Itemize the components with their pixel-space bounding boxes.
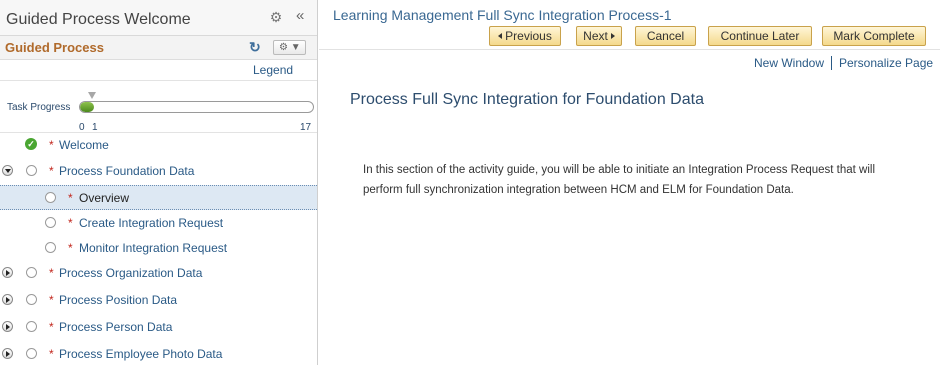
required-marker: *	[68, 216, 73, 230]
step-process-employee-photo-data[interactable]: * Process Employee Photo Data	[0, 342, 317, 365]
step-create-integration-request[interactable]: * Create Integration Request	[0, 211, 317, 236]
required-marker: *	[49, 164, 54, 178]
progress-marker-icon	[88, 92, 96, 99]
next-button-label: Next	[583, 29, 608, 43]
step-label: Overview	[79, 191, 130, 205]
circle-icon	[45, 192, 56, 203]
expand-arrow-icon[interactable]	[2, 267, 13, 278]
required-marker: *	[49, 347, 54, 361]
step-process-foundation-data[interactable]: * Process Foundation Data	[0, 159, 317, 184]
personalize-page-link[interactable]: Personalize Page	[839, 56, 933, 70]
checkmark-icon: ✓	[25, 138, 37, 150]
circle-icon	[45, 217, 56, 228]
step-overview[interactable]: * Overview	[0, 185, 317, 210]
step-process-person-data[interactable]: * Process Person Data	[0, 315, 317, 340]
circle-icon	[26, 348, 37, 359]
guided-process-title: Guided Process	[5, 40, 104, 55]
step-process-organization-data[interactable]: * Process Organization Data	[0, 261, 317, 286]
new-window-link[interactable]: New Window	[754, 56, 824, 70]
required-marker: *	[49, 138, 54, 152]
step-label: Welcome	[59, 138, 109, 152]
collapse-arrow-icon[interactable]	[2, 165, 13, 176]
step-label: Process Organization Data	[59, 266, 203, 280]
step-label: Process Foundation Data	[59, 164, 195, 178]
circle-icon	[26, 165, 37, 176]
guided-process-panel: Guided Process Welcome ⚙ « Guided Proces…	[0, 0, 318, 365]
required-marker: *	[49, 293, 54, 307]
circle-icon	[45, 242, 56, 253]
panel-title: Guided Process Welcome	[6, 11, 191, 28]
required-marker: *	[68, 241, 73, 255]
link-divider	[831, 56, 832, 70]
refresh-icon[interactable]: ↻	[249, 39, 263, 55]
next-button[interactable]: Next	[576, 26, 622, 46]
task-progress-bar	[79, 101, 314, 113]
divider	[0, 80, 317, 81]
required-marker: *	[68, 191, 73, 205]
required-marker: *	[49, 320, 54, 334]
legend-link[interactable]: Legend	[253, 63, 293, 77]
guided-process-bar: Guided Process ↻ ⚙ ▼	[0, 36, 317, 60]
step-label: Create Integration Request	[79, 216, 224, 230]
chevron-down-icon: ▼	[290, 42, 301, 53]
step-monitor-integration-request[interactable]: * Monitor Integration Request	[0, 236, 317, 261]
mark-complete-button[interactable]: Mark Complete	[822, 26, 926, 46]
previous-button[interactable]: Previous	[489, 26, 561, 46]
actions-menu-button[interactable]: ⚙ ▼	[273, 40, 306, 55]
section-description: In this section of the activity guide, y…	[363, 164, 876, 196]
page-title: Learning Management Full Sync Integratio…	[333, 7, 672, 23]
gear-icon[interactable]: ⚙	[268, 9, 284, 25]
gear-icon: ⚙	[279, 42, 288, 53]
step-welcome[interactable]: ✓ * Welcome	[0, 133, 317, 158]
arrow-left-icon	[498, 33, 503, 39]
cancel-button[interactable]: Cancel	[635, 26, 696, 46]
required-marker: *	[49, 266, 54, 280]
expand-arrow-icon[interactable]	[2, 294, 13, 305]
circle-icon	[26, 321, 37, 332]
step-process-position-data[interactable]: * Process Position Data	[0, 288, 317, 313]
content-panel: Learning Management Full Sync Integratio…	[319, 0, 940, 365]
expand-arrow-icon[interactable]	[2, 321, 13, 332]
expand-arrow-icon[interactable]	[2, 348, 13, 359]
step-label: Process Position Data	[59, 293, 178, 307]
section-heading: Process Full Sync Integration for Founda…	[350, 91, 704, 108]
circle-icon	[26, 267, 37, 278]
content-header: Learning Management Full Sync Integratio…	[319, 0, 940, 50]
panel-header: Guided Process Welcome ⚙ «	[0, 0, 317, 36]
continue-later-button[interactable]: Continue Later	[708, 26, 812, 46]
previous-button-label: Previous	[505, 29, 552, 43]
arrow-right-icon	[610, 33, 615, 39]
collapse-panel-icon[interactable]: «	[296, 8, 310, 24]
task-progress-label: Task Progress	[7, 102, 71, 113]
circle-icon	[26, 294, 37, 305]
step-label: Monitor Integration Request	[79, 241, 228, 255]
step-label: Process Person Data	[59, 320, 173, 334]
progress-fill	[80, 102, 94, 112]
step-label: Process Employee Photo Data	[59, 347, 223, 361]
